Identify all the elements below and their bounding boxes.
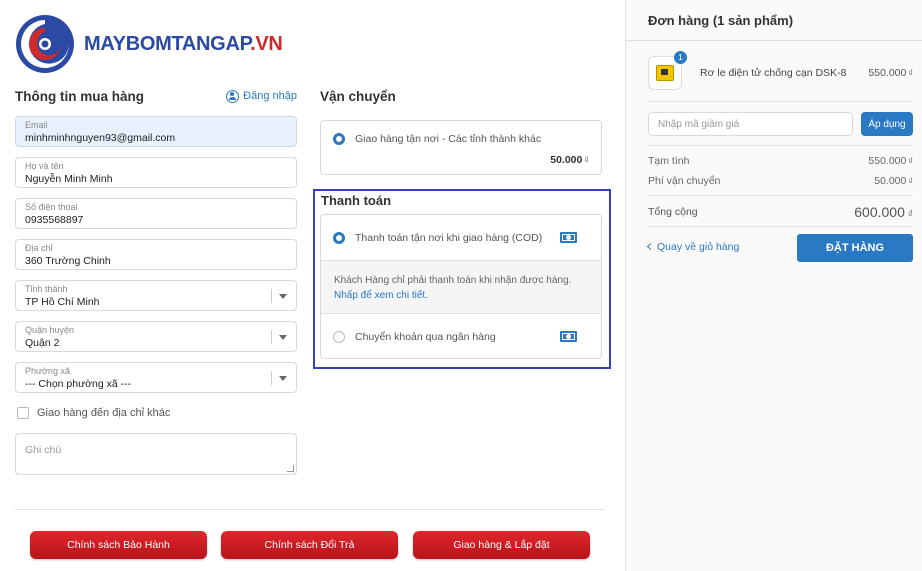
cod-radio[interactable] (333, 231, 345, 244)
product-row: 1 Rơ le điện tử chống cạn DSK-8 550.000 ₫ (648, 49, 913, 90)
ward-value: --- Chọn phường xã --- (25, 378, 132, 390)
fullname-value: Nguyễn Minh Minh (25, 173, 113, 185)
total-label: Tổng cộng (648, 206, 698, 218)
buyer-info-section: Thông tin mua hàng Đăng nhập Email minhm… (15, 86, 297, 475)
fullname-field[interactable]: Họ và tên Nguyễn Minh Minh (15, 157, 297, 188)
email-label: Email (25, 120, 48, 130)
product-name: Rơ le điện tử chống cạn DSK-8 (700, 66, 847, 79)
product-price: 550.000 ₫ (868, 66, 913, 79)
payment-title: Thanh toán (321, 193, 392, 208)
back-to-cart-link[interactable]: Quay về giỏ hàng (646, 241, 740, 253)
address-field[interactable]: Địa chỉ 360 Trường Chinh (15, 239, 297, 270)
shipping-title: Vận chuyển (320, 88, 396, 104)
delivery-installation-button[interactable]: Giao hàng & Lắp đặt (413, 531, 590, 559)
cod-details-link[interactable]: Nhấp để xem chi tiết. (334, 288, 588, 303)
email-value: minhminhnguyen93@gmail.com (25, 132, 176, 144)
note-placeholder: Ghi chú (25, 444, 62, 456)
address-label: Địa chỉ (25, 243, 53, 253)
login-link[interactable]: Đăng nhập (226, 89, 297, 103)
chevron-left-icon (646, 242, 655, 251)
shipping-option-label: Giao hàng tận nơi - Các tỉnh thành khác (355, 133, 542, 145)
total-row: Tổng cộng 600.000 ₫ (648, 204, 913, 220)
cash-icon (560, 232, 577, 243)
ward-label: Phường xã (25, 366, 70, 376)
user-icon (226, 89, 240, 103)
other-address-option[interactable]: Giao hàng đến địa chỉ khác (15, 407, 297, 419)
total-value: 600.000 ₫ (854, 204, 913, 220)
product-thumbnail: 1 (648, 49, 688, 90)
back-to-cart-label: Quay về giỏ hàng (657, 241, 740, 253)
phone-label: Số điện thoại (25, 202, 78, 212)
bank-radio[interactable] (333, 330, 345, 343)
return-policy-button[interactable]: Chính sách Đổi Trả (221, 531, 398, 559)
shipping-option[interactable]: Giao hàng tận nơi - Các tỉnh thành khác … (320, 120, 602, 175)
payment-option-cod[interactable]: Thanh toán tận nơi khi giao hàng (COD) (321, 215, 601, 260)
shipping-fee-label: Phí vận chuyển (648, 175, 721, 187)
apply-coupon-button[interactable]: Áp dụng (861, 112, 913, 136)
province-select[interactable]: Tỉnh thành TP Hồ Chí Minh (15, 280, 297, 311)
divider (626, 40, 922, 41)
cash-icon (560, 331, 577, 342)
chevron-down-icon (279, 376, 287, 381)
divider (648, 195, 913, 196)
footer-divider (15, 509, 605, 510)
province-label: Tỉnh thành (25, 284, 68, 294)
district-value: Quận 2 (25, 337, 60, 349)
cod-note-text: Khách Hàng chỉ phải thanh toán khi nhận … (334, 275, 572, 286)
place-order-button[interactable]: ĐẶT HÀNG (797, 234, 913, 262)
chevron-down-icon (279, 335, 287, 340)
warranty-policy-button[interactable]: Chính sách Bảo Hành (30, 531, 207, 559)
shipping-price: 50.000 ₫ (550, 154, 589, 166)
subtotal-value: 550.000 ₫ (868, 155, 913, 167)
divider (648, 101, 913, 102)
shipping-fee-value: 50.000 ₫ (874, 175, 913, 187)
note-textarea[interactable]: Ghi chú (15, 433, 297, 475)
checkout-main: MAYBOMTANGAP.VN Thông tin mua hàng Đăng … (0, 0, 625, 571)
order-summary: Đơn hàng (1 sản phẩm) 1 Rơ le điện tử ch… (625, 0, 922, 571)
chevron-down-icon (279, 294, 287, 299)
province-value: TP Hồ Chí Minh (25, 296, 100, 308)
phone-field[interactable]: Số điện thoại 0935568897 (15, 198, 297, 229)
payment-options: Thanh toán tận nơi khi giao hàng (COD) K… (320, 214, 602, 359)
fullname-label: Họ và tên (25, 161, 64, 171)
other-address-checkbox[interactable] (17, 407, 29, 419)
login-label: Đăng nhập (243, 90, 297, 102)
payment-option-bank[interactable]: Chuyển khoản qua ngân hàng (321, 314, 601, 358)
site-logo[interactable]: MAYBOMTANGAP.VN (15, 14, 283, 74)
divider (648, 145, 913, 146)
logo-swirl-icon (16, 15, 74, 73)
phone-value: 0935568897 (25, 214, 84, 226)
order-title: Đơn hàng (1 sản phẩm) (648, 13, 794, 28)
ward-select[interactable]: Phường xã --- Chọn phường xã --- (15, 362, 297, 393)
subtotal-row: Tạm tính 550.000 ₫ (648, 155, 913, 167)
other-address-label: Giao hàng đến địa chỉ khác (37, 407, 171, 419)
address-value: 360 Trường Chinh (25, 255, 111, 267)
email-field[interactable]: Email minhminhnguyen93@gmail.com (15, 116, 297, 147)
bank-label: Chuyển khoản qua ngân hàng (355, 330, 496, 343)
divider (648, 226, 913, 227)
shipping-section: Vận chuyển Giao hàng tận nơi - Các tỉnh … (320, 86, 602, 175)
district-select[interactable]: Quận huyện Quận 2 (15, 321, 297, 352)
shipping-radio[interactable] (333, 133, 345, 145)
cod-note: Khách Hàng chỉ phải thanh toán khi nhận … (321, 260, 601, 314)
relay-device-icon (656, 64, 674, 81)
cod-label: Thanh toán tận nơi khi giao hàng (COD) (355, 231, 543, 244)
subtotal-label: Tạm tính (648, 155, 690, 167)
quantity-badge: 1 (673, 49, 688, 65)
coupon-input[interactable]: Nhập mã giảm giá (648, 112, 853, 136)
shipping-fee-row: Phí vận chuyển 50.000 ₫ (648, 175, 913, 187)
buyer-info-title: Thông tin mua hàng (15, 88, 144, 104)
resize-handle-icon[interactable] (287, 465, 294, 472)
district-label: Quận huyện (25, 325, 75, 335)
logo-text: MAYBOMTANGAP.VN (84, 32, 283, 55)
